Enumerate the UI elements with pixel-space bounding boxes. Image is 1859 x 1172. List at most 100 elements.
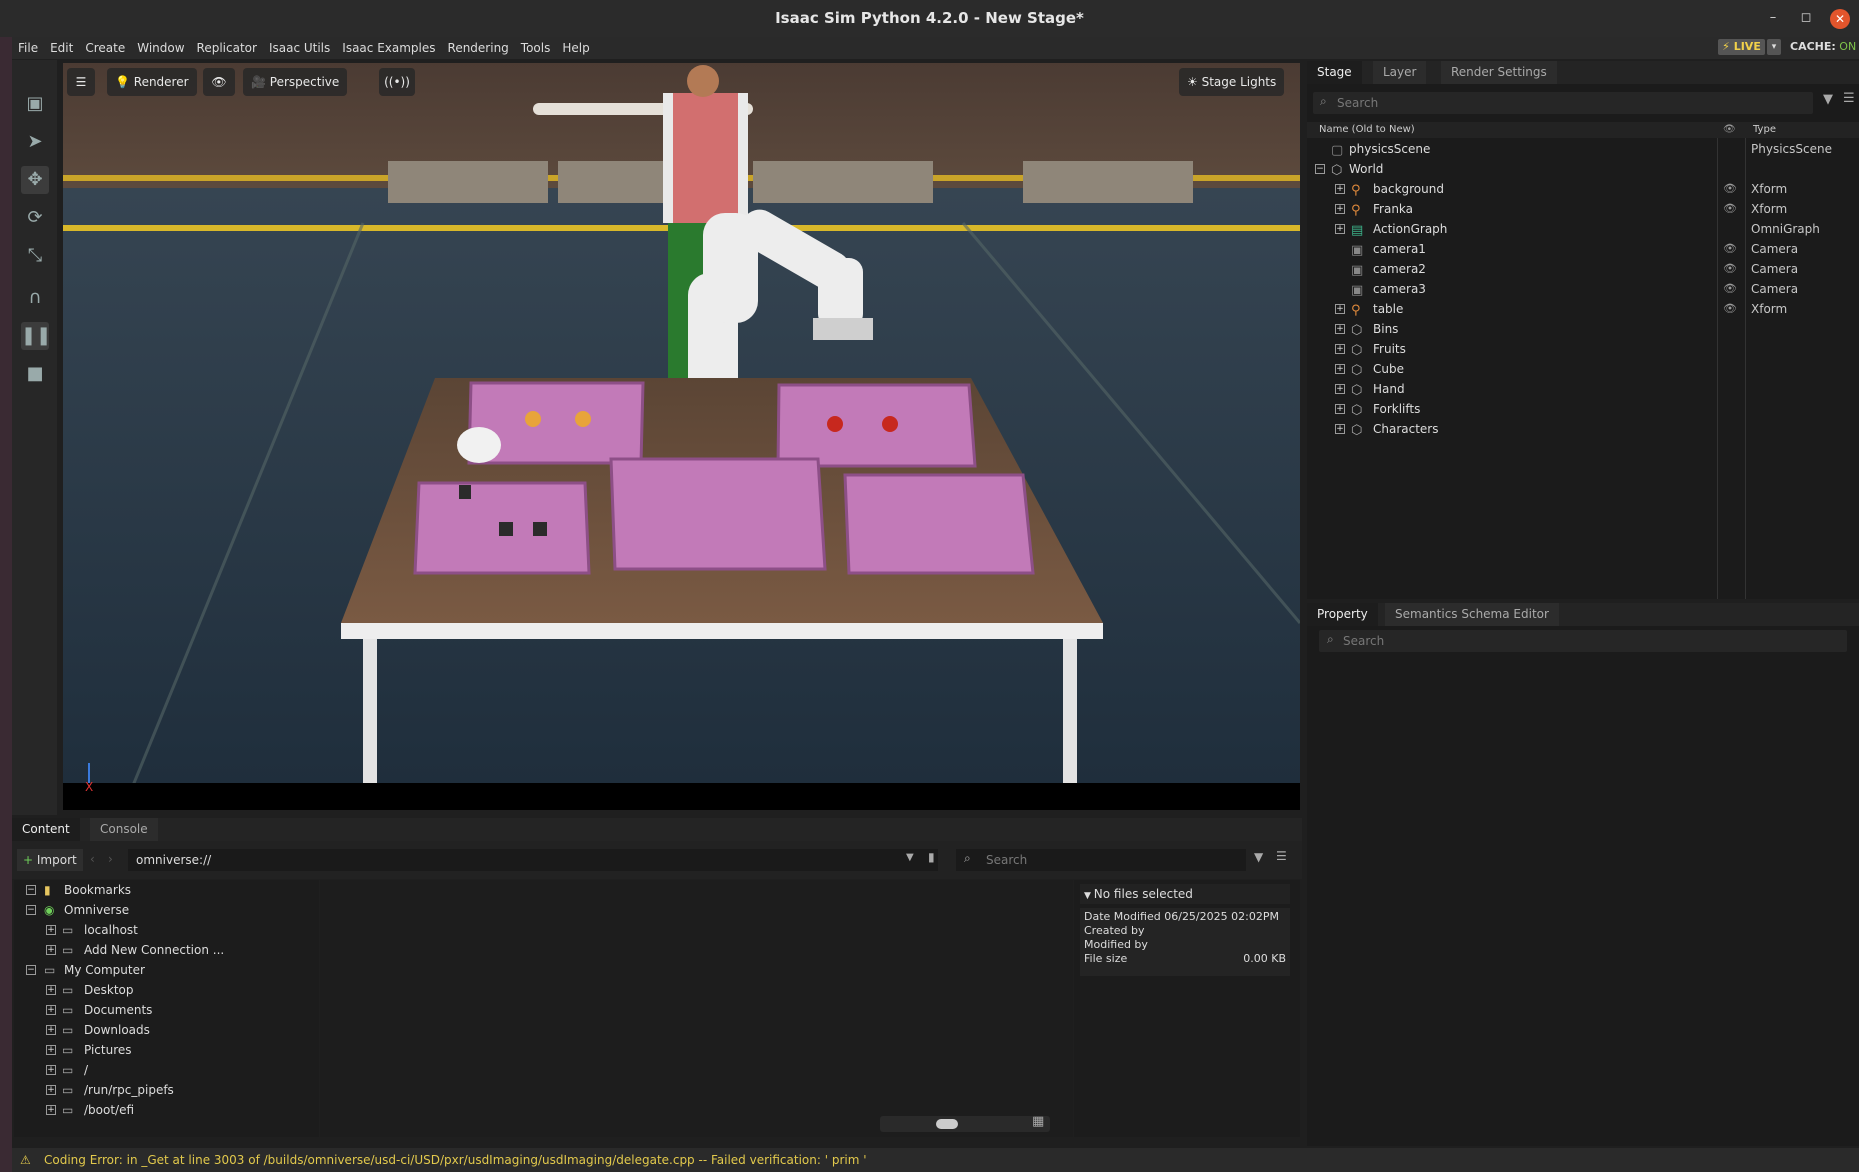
property-search-input[interactable]: Search [1319,630,1847,652]
menu-file[interactable]: File [12,41,44,55]
pause-icon[interactable]: ❚❚ [21,322,51,350]
camera-button[interactable]: 🎥 Perspective [243,68,348,96]
menu-create[interactable]: Create [79,41,131,55]
menu-help[interactable]: Help [556,41,595,55]
visibility-eye-icon[interactable]: 👁 [1723,259,1737,279]
collapse-icon[interactable]: − [26,885,36,895]
stage-row-fruits[interactable]: + ⬡ Fruits [1307,339,1859,359]
menu-tools[interactable]: Tools [515,41,557,55]
expand-icon[interactable]: + [46,1005,56,1015]
select-mode-icon[interactable]: ▣ [21,90,49,118]
thumbnail-size-slider[interactable] [880,1116,1050,1132]
expand-icon[interactable]: + [1335,424,1345,434]
stage-row-camera1[interactable]: ▣ camera1 👁 Camera [1307,239,1859,259]
close-button[interactable]: ✕ [1830,9,1850,29]
menu-edit[interactable]: Edit [44,41,79,55]
stage-row-world[interactable]: − ⬡ World [1307,159,1859,179]
menu-rendering[interactable]: Rendering [442,41,515,55]
renderer-button[interactable]: 💡 Renderer [107,68,197,96]
expand-icon[interactable]: + [1335,184,1345,194]
back-arrow-icon[interactable]: ‹ [90,852,95,866]
expand-icon[interactable]: + [1335,344,1345,354]
filter-icon[interactable]: ▼ [1823,92,1833,107]
options-menu-icon[interactable]: ☰ [1843,91,1855,106]
expand-icon[interactable]: + [1335,384,1345,394]
menu-isaac-examples[interactable]: Isaac Examples [336,41,441,55]
rotate-tool-icon[interactable]: ⟳ [21,204,49,232]
stage-row-franka[interactable]: + ⚲ Franka 👁 Xform [1307,199,1859,219]
filter-icon[interactable]: ▼ [1254,850,1263,864]
minimize-button[interactable]: – [1763,9,1783,29]
tab-property[interactable]: Property [1307,603,1378,626]
stage-row-camera3[interactable]: ▣ camera3 👁 Camera [1307,279,1859,299]
forward-arrow-icon[interactable]: › [108,852,113,866]
stage-row-bins[interactable]: + ⬡ Bins [1307,319,1859,339]
name-column-header[interactable]: Name (Old to New) [1319,122,1415,138]
stage-row-physicsscene[interactable]: ▢ physicsScene PhysicsScene [1307,139,1859,159]
menu-window[interactable]: Window [131,41,190,55]
content-search-input[interactable]: Search [956,849,1246,871]
expand-icon[interactable]: + [46,1085,56,1095]
grid-view-icon[interactable]: ▦ [1032,1114,1044,1129]
visibility-eye-icon[interactable]: 👁 [1723,199,1737,219]
stage-row-background[interactable]: + ⚲ background 👁 Xform [1307,179,1859,199]
file-list-area[interactable]: ▦ [320,880,1073,1137]
expand-icon[interactable]: + [1335,204,1345,214]
collapse-icon[interactable]: − [26,905,36,915]
live-button[interactable]: ⚡ LIVE [1718,39,1765,55]
audio-icon[interactable]: ((•)) [379,68,415,96]
collapse-icon[interactable]: − [1315,164,1325,174]
options-menu-icon[interactable]: ☰ [1276,849,1287,863]
stage-lights-button[interactable]: ☀ Stage Lights [1179,68,1285,96]
stop-icon[interactable]: ■ [21,360,49,388]
visibility-eye-icon[interactable]: 👁 [1723,239,1737,259]
stage-row-hand[interactable]: + ⬡ Hand [1307,379,1859,399]
menu-replicator[interactable]: Replicator [191,41,263,55]
tab-console[interactable]: Console [90,818,158,841]
move-tool-icon[interactable]: ✥ [21,166,49,194]
import-button[interactable]: + Import [17,849,83,871]
expand-icon[interactable]: + [46,945,56,955]
expand-icon[interactable]: + [1335,364,1345,374]
stage-search-input[interactable]: Search [1313,92,1813,114]
expand-icon[interactable]: + [1335,224,1345,234]
stage-row-actiongraph[interactable]: + ▤ ActionGraph OmniGraph [1307,219,1859,239]
scene-render[interactable]: X [63,63,1300,810]
restore-button[interactable]: ◻ [1796,9,1816,29]
tab-content[interactable]: Content [12,818,80,841]
stage-row-cube[interactable]: + ⬡ Cube [1307,359,1859,379]
expand-icon[interactable]: + [46,1065,56,1075]
type-column-header[interactable]: Type [1753,122,1776,138]
live-dropdown-icon[interactable]: ▾ [1767,39,1781,55]
collapse-icon[interactable]: − [26,965,36,975]
expand-icon[interactable]: + [46,1105,56,1115]
expand-icon[interactable]: + [46,925,56,935]
select-arrow-icon[interactable]: ➤ [21,128,49,156]
expand-icon[interactable]: + [46,1045,56,1055]
bookmark-icon[interactable]: ▮ [928,850,935,864]
expand-icon[interactable]: + [46,985,56,995]
path-field[interactable]: omniverse:// [128,849,938,871]
expand-icon[interactable]: + [46,1025,56,1035]
viewport[interactable]: X ☰ 💡 Renderer 👁 🎥 Perspective ((•)) ☀ S… [63,63,1300,810]
eye-visibility-icon[interactable]: 👁 [203,68,235,96]
tab-layer[interactable]: Layer [1373,61,1427,84]
visibility-eye-icon[interactable]: 👁 [1723,299,1737,319]
stage-row-table[interactable]: + ⚲ table 👁 Xform [1307,299,1859,319]
stage-row-forklifts[interactable]: + ⬡ Forklifts [1307,399,1859,419]
tab-semantics-schema-editor[interactable]: Semantics Schema Editor [1385,603,1559,626]
cache-status[interactable]: CACHE: ON [1790,40,1856,53]
tab-stage[interactable]: Stage [1307,61,1362,84]
expand-icon[interactable]: + [1335,304,1345,314]
stage-row-camera2[interactable]: ▣ camera2 👁 Camera [1307,259,1859,279]
path-dropdown-icon[interactable]: ▼ [906,852,914,863]
visibility-eye-icon[interactable]: 👁 [1723,279,1737,299]
visibility-eye-icon[interactable]: 👁 [1723,179,1737,199]
menu-isaac-utils[interactable]: Isaac Utils [263,41,336,55]
snap-magnet-icon[interactable]: ∩ [21,284,49,312]
tab-render-settings[interactable]: Render Settings [1441,61,1557,84]
slider-handle[interactable] [936,1119,958,1129]
expand-icon[interactable]: + [1335,324,1345,334]
details-header[interactable]: ▼ No files selected [1080,884,1290,904]
viewport-settings-icon[interactable]: ☰ [67,68,95,96]
